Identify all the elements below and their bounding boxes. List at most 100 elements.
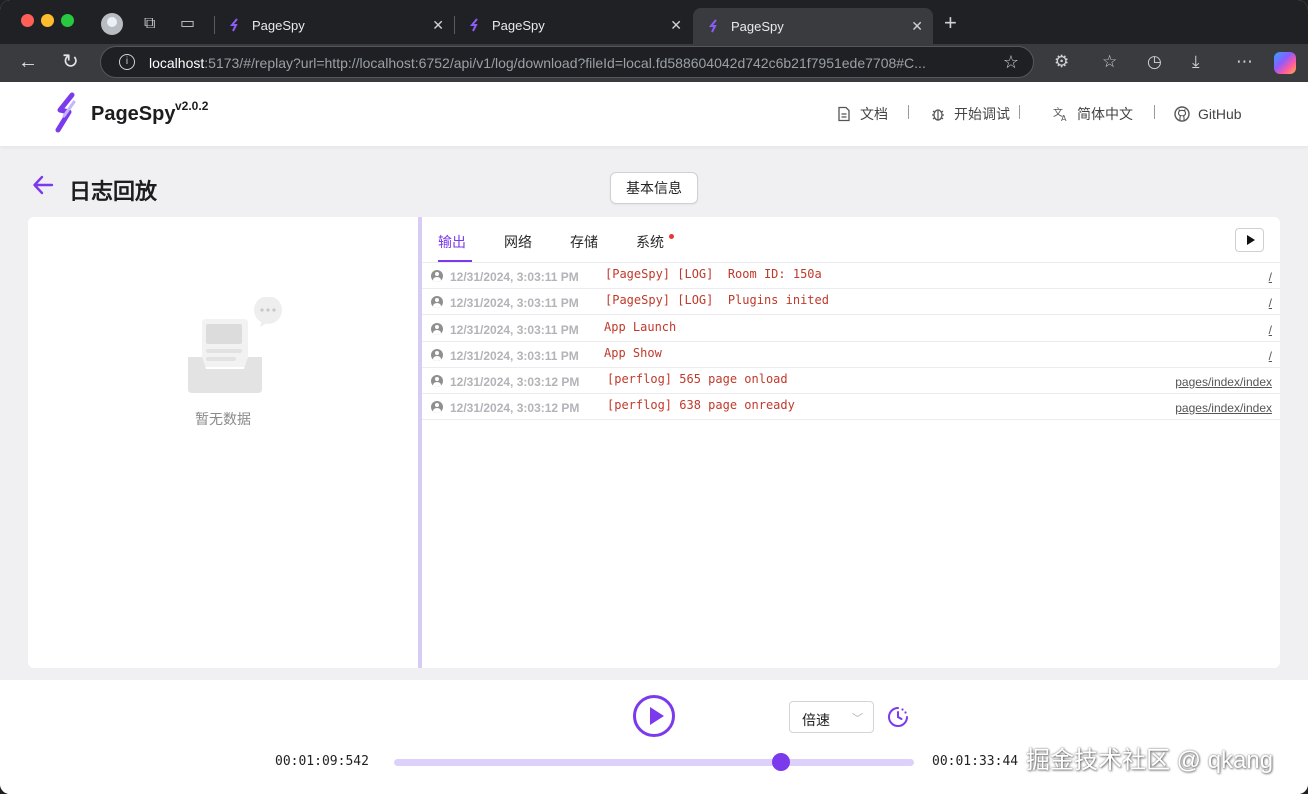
nav-docs[interactable]: 文档 <box>836 104 888 124</box>
preview-panel: 暂无数据 <box>28 217 418 668</box>
nav-github-label: GitHub <box>1198 106 1242 122</box>
more-menu-icon[interactable]: ⋯ <box>1236 53 1253 70</box>
site-info-icon[interactable]: i <box>119 54 135 70</box>
watermark-text: 掘金技术社区 @ qkang <box>1026 747 1274 774</box>
svg-text:A: A <box>1061 114 1067 122</box>
address-bar[interactable]: i localhost:5173/#/replay?url=http://loc… <box>100 46 1034 78</box>
close-tab-icon[interactable]: ✕ <box>432 17 444 34</box>
page-title: 日志回放 <box>69 179 158 204</box>
browser-window: ⧉ ▭ PageSpy ✕ PageSpy ✕ PageSpy ✕ + ← ↻ … <box>0 0 1308 794</box>
history-icon[interactable]: ◷ <box>1147 53 1162 70</box>
chevron-down-icon: ﹀ <box>852 713 863 725</box>
log-time: 12/31/2024, 3:03:11 PM <box>450 323 579 337</box>
log-time: 12/31/2024, 3:03:11 PM <box>450 296 579 310</box>
log-row[interactable]: 12/31/2024, 3:03:11 PM App Show / <box>422 342 1280 368</box>
back-button[interactable]: ← <box>18 52 38 72</box>
tab-storage[interactable]: 存储 <box>570 232 598 252</box>
tab-title: PageSpy <box>731 18 784 34</box>
translate-icon: 文A <box>1053 106 1067 122</box>
log-row[interactable]: 12/31/2024, 3:03:11 PM [PageSpy] [LOG] P… <box>422 289 1280 315</box>
close-tab-icon[interactable]: ✕ <box>670 17 682 34</box>
user-icon <box>431 296 443 308</box>
tab-system[interactable]: 系统 <box>636 232 664 252</box>
user-icon <box>431 349 443 361</box>
bug-icon <box>932 109 944 121</box>
log-source-link[interactable]: pages/index/index <box>1175 401 1272 415</box>
log-source-link[interactable]: pages/index/index <box>1175 375 1272 389</box>
nav-github[interactable]: GitHub <box>1174 104 1242 124</box>
basic-info-button[interactable]: 基本信息 <box>610 172 698 204</box>
total-time: 00:01:33:44 <box>932 754 1019 769</box>
reload-button[interactable]: ↻ <box>62 52 79 72</box>
replay-player: 倍速 ﹀ 00:01:09:542 00:01:33:44 掘金技术社区 @ q… <box>0 680 1308 794</box>
tab-network[interactable]: 网络 <box>504 232 532 252</box>
minimize-window-button[interactable] <box>41 14 54 27</box>
github-icon <box>1174 106 1190 122</box>
log-message: [PageSpy] [LOG] Room ID: 150a <box>605 267 822 281</box>
log-source-link[interactable]: / <box>1269 296 1272 310</box>
pagespy-logo[interactable] <box>52 92 80 134</box>
close-window-button[interactable] <box>21 14 34 27</box>
history-toggle-icon[interactable] <box>887 706 909 728</box>
speed-select[interactable]: 倍速 ﹀ <box>789 701 874 733</box>
new-tab-button[interactable]: + <box>944 12 957 34</box>
log-row[interactable]: 12/31/2024, 3:03:11 PM App Launch / <box>422 316 1280 342</box>
tab-bar: ⧉ ▭ PageSpy ✕ PageSpy ✕ PageSpy ✕ + <box>0 0 1308 44</box>
version-label: v2.0.2 <box>175 99 209 113</box>
nav-start-debug[interactable]: 开始调试 <box>930 104 1010 124</box>
browser-tab-1[interactable]: PageSpy ✕ <box>214 8 454 42</box>
progress-track[interactable] <box>394 759 914 766</box>
copilot-icon[interactable] <box>1274 52 1296 74</box>
log-row[interactable]: 12/31/2024, 3:03:12 PM [perflog] 638 pag… <box>422 394 1280 420</box>
active-tab-indicator <box>438 260 472 262</box>
downloads-icon[interactable]: ⤓ <box>1192 53 1200 70</box>
log-row[interactable]: 12/31/2024, 3:03:12 PM [perflog] 565 pag… <box>422 368 1280 394</box>
tab-output[interactable]: 输出 <box>438 232 466 252</box>
log-message: [perflog] 565 page onload <box>607 372 788 386</box>
log-source-link[interactable]: / <box>1269 349 1272 363</box>
back-arrow-icon[interactable] <box>32 174 54 196</box>
nav-language-label: 简体中文 <box>1077 106 1133 122</box>
brand-name[interactable]: PageSpy <box>91 103 175 126</box>
speed-label: 倍速 <box>802 712 830 728</box>
tab-actions-icon[interactable]: ▭ <box>180 16 195 32</box>
log-time: 12/31/2024, 3:03:12 PM <box>450 375 580 389</box>
close-tab-icon[interactable]: ✕ <box>911 18 923 35</box>
log-message: App Launch <box>604 320 677 334</box>
console-run-button[interactable] <box>1235 228 1264 252</box>
nav-debug-label: 开始调试 <box>954 106 1010 122</box>
console-panel: 输出 网络 存储 系统 12/31/2024, 3:03:11 PM [Page… <box>422 217 1280 668</box>
nav-language[interactable]: 文A 简体中文 <box>1053 104 1133 124</box>
play-button[interactable] <box>633 695 675 737</box>
pagespy-favicon-icon <box>708 19 717 33</box>
console-tabs: 输出 网络 存储 系统 <box>422 217 1280 263</box>
app-header: PageSpy v2.0.2 文档 开始调试 文A 简体中文 GitHub <box>0 82 1308 146</box>
log-row[interactable]: 12/31/2024, 3:03:11 PM [PageSpy] [LOG] R… <box>422 263 1280 289</box>
nav-docs-label: 文档 <box>860 106 888 122</box>
user-icon <box>431 401 443 413</box>
favorite-star-icon[interactable]: ☆ <box>1003 52 1019 73</box>
tab-title: PageSpy <box>252 17 305 33</box>
system-alert-dot <box>669 234 674 239</box>
profile-avatar[interactable] <box>101 13 123 35</box>
log-time: 12/31/2024, 3:03:11 PM <box>450 349 579 363</box>
log-message: [perflog] 638 page onready <box>607 398 795 412</box>
workspaces-icon[interactable]: ⧉ <box>144 16 155 32</box>
extensions-icon[interactable]: ⚙ <box>1054 53 1069 70</box>
maximize-window-button[interactable] <box>61 14 74 27</box>
empty-state-text: 暂无数据 <box>195 411 251 427</box>
tab-title: PageSpy <box>492 17 545 33</box>
browser-tab-3-active[interactable]: PageSpy ✕ <box>693 8 933 44</box>
log-message: [PageSpy] [LOG] Plugins inited <box>605 293 829 307</box>
pagespy-favicon-icon <box>469 18 478 32</box>
favorites-icon[interactable]: ☆ <box>1102 53 1117 70</box>
url-text[interactable]: localhost:5173/#/replay?url=http://local… <box>149 55 991 71</box>
pagespy-favicon-icon <box>229 18 238 32</box>
empty-inbox-icon <box>188 297 282 393</box>
log-source-link[interactable]: / <box>1269 270 1272 284</box>
user-icon <box>431 375 443 387</box>
browser-tab-2[interactable]: PageSpy ✕ <box>454 8 692 42</box>
log-message: App Show <box>604 346 662 360</box>
log-source-link[interactable]: / <box>1269 323 1272 337</box>
progress-thumb[interactable] <box>772 753 791 771</box>
